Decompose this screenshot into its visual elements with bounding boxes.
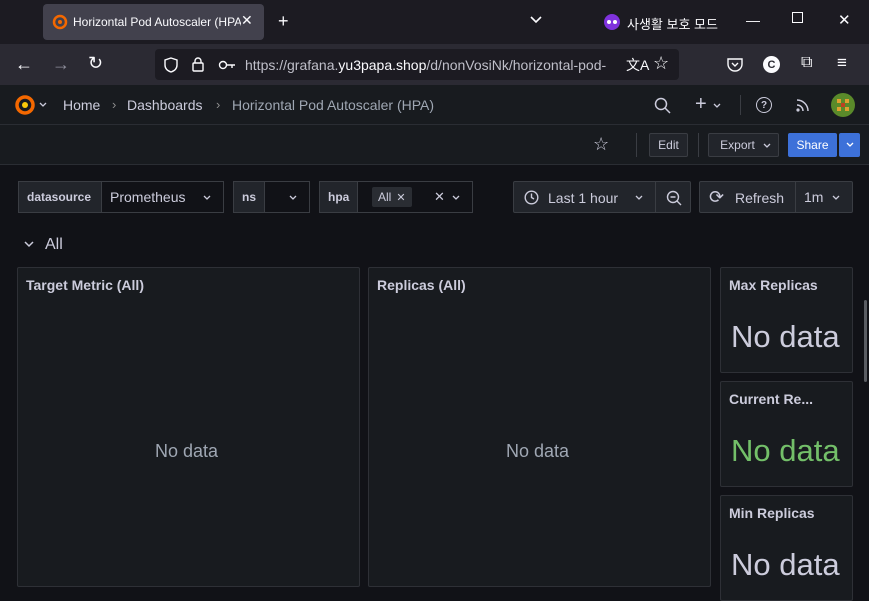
chevron-down-icon: [635, 195, 643, 200]
clear-icon[interactable]: ✕: [434, 189, 445, 205]
back-icon[interactable]: ←: [15, 54, 33, 75]
row-title[interactable]: All: [45, 236, 63, 254]
browser-nav-bar: ← → ↻ https://grafana.yu3papa.shop/d/non…: [0, 44, 869, 85]
url-bar[interactable]: https://grafana.yu3papa.shop/d/nonVosiNk…: [155, 49, 679, 80]
window-close-icon[interactable]: ✕: [838, 11, 851, 29]
panel-no-data: No data: [506, 441, 570, 461]
refresh-label: Refresh: [735, 190, 785, 206]
account-icon[interactable]: C: [763, 56, 780, 73]
variable-label-datasource: datasource: [18, 181, 102, 213]
chevron-down-icon: [289, 195, 297, 200]
reload-icon[interactable]: ↻: [88, 53, 103, 74]
tab-list-icon[interactable]: [529, 15, 543, 25]
refresh-interval-label: 1m: [804, 189, 824, 205]
panel-max-replicas[interactable]: Max Replicas No data: [720, 267, 853, 373]
hpa-chip-label: All: [378, 190, 392, 204]
extensions-icon[interactable]: ⧉: [801, 54, 812, 72]
tab-title: Horizontal Pod Autoscaler (HPA): [73, 15, 241, 29]
breadcrumb-current: Horizontal Pod Autoscaler (HPA): [232, 97, 435, 113]
menu-icon[interactable]: ≡: [837, 53, 847, 73]
variable-label-ns: ns: [233, 181, 265, 213]
forward-icon[interactable]: →: [52, 54, 70, 75]
ns-select[interactable]: [264, 181, 310, 213]
key-icon[interactable]: [218, 59, 236, 71]
grafana-top-bar: Home › Dashboards › Horizontal Pod Autos…: [0, 85, 869, 125]
chevron-down-icon: [763, 143, 771, 148]
panel-title: Replicas (All): [377, 277, 466, 293]
datasource-select[interactable]: Prometheus: [101, 181, 224, 213]
close-icon[interactable]: ✕: [241, 12, 253, 29]
private-mode-label: 사생활 보호 모드: [627, 17, 718, 32]
panel-current-replicas[interactable]: Current Re... No data: [720, 381, 853, 487]
breadcrumb-separator: ›: [216, 97, 221, 112]
maximize-icon[interactable]: [792, 12, 803, 23]
refresh-button[interactable]: ⟳ Refresh: [699, 181, 796, 213]
share-options-button[interactable]: [839, 133, 860, 157]
variable-label-hpa: hpa: [319, 181, 358, 213]
avatar[interactable]: [831, 93, 855, 117]
panel-title: Max Replicas: [729, 277, 818, 293]
grafana-logo[interactable]: [13, 93, 37, 117]
star-icon[interactable]: ☆: [653, 53, 669, 74]
stat-value: No data: [731, 433, 840, 468]
time-range-label: Last 1 hour: [548, 190, 619, 206]
search-icon[interactable]: [654, 97, 671, 114]
new-tab-icon[interactable]: +: [278, 11, 289, 32]
page-scrollbar[interactable]: [864, 300, 867, 382]
share-button[interactable]: Share: [788, 133, 837, 157]
hpa-chip: All ✕: [372, 187, 412, 207]
hpa-select[interactable]: All ✕ ✕: [357, 181, 473, 213]
help-icon[interactable]: ?: [756, 97, 772, 113]
translate-icon[interactable]: 文A: [626, 55, 649, 75]
url-text: https://grafana.yu3papa.shop/d/nonVosiNk…: [245, 57, 607, 73]
panel-min-replicas[interactable]: Min Replicas No data: [720, 495, 853, 601]
refresh-icon: ⟳: [709, 187, 725, 207]
zoom-out-button[interactable]: [655, 181, 691, 213]
panel-title: Target Metric (All): [26, 277, 144, 293]
divider: [698, 133, 699, 157]
shield-icon[interactable]: [164, 57, 178, 73]
star-icon[interactable]: ☆: [593, 134, 609, 155]
export-button[interactable]: Export: [708, 133, 779, 157]
remove-chip-icon[interactable]: ✕: [396, 191, 405, 204]
dashboard-toolbar: ☆ Edit Export Share: [0, 125, 869, 165]
panel-title: Current Re...: [729, 391, 814, 407]
row-collapse-icon[interactable]: [24, 241, 34, 248]
chevron-down-icon: [846, 142, 853, 147]
plus-icon[interactable]: +: [695, 93, 707, 116]
export-label: Export: [720, 138, 755, 152]
refresh-interval-select[interactable]: 1m: [795, 181, 853, 213]
panel-title: Min Replicas: [729, 505, 815, 521]
chevron-down-icon[interactable]: [39, 102, 47, 108]
chevron-down-icon: [832, 195, 840, 200]
stat-value: No data: [731, 319, 840, 354]
breadcrumb-dashboards[interactable]: Dashboards: [127, 97, 203, 113]
divider: [740, 95, 741, 115]
breadcrumb-home[interactable]: Home: [63, 97, 100, 113]
pocket-icon[interactable]: [727, 57, 743, 72]
datasource-value: Prometheus: [110, 189, 186, 205]
divider: [636, 133, 637, 157]
breadcrumb-separator: ›: [112, 97, 117, 112]
chevron-down-icon: [452, 195, 460, 200]
time-range-picker[interactable]: Last 1 hour: [513, 181, 656, 213]
rss-icon[interactable]: [796, 98, 810, 112]
panel-target-metric[interactable]: Target Metric (All) No data: [17, 267, 360, 587]
grafana-favicon: [52, 14, 68, 30]
edit-button[interactable]: Edit: [649, 133, 688, 157]
browser-tab-bar: Horizontal Pod Autoscaler (HPA) ✕ + 사생활 …: [0, 0, 869, 44]
panel-replicas[interactable]: Replicas (All) No data: [368, 267, 711, 587]
lock-icon[interactable]: [192, 57, 204, 72]
chevron-down-icon: [203, 195, 211, 200]
panel-no-data: No data: [155, 441, 219, 461]
clock-icon: [524, 190, 539, 205]
chevron-down-icon[interactable]: [713, 103, 721, 109]
zoom-out-icon: [666, 190, 682, 206]
private-mask-icon: [604, 14, 620, 30]
browser-tab[interactable]: Horizontal Pod Autoscaler (HPA) ✕: [43, 4, 264, 40]
minimize-icon[interactable]: —: [746, 12, 760, 28]
